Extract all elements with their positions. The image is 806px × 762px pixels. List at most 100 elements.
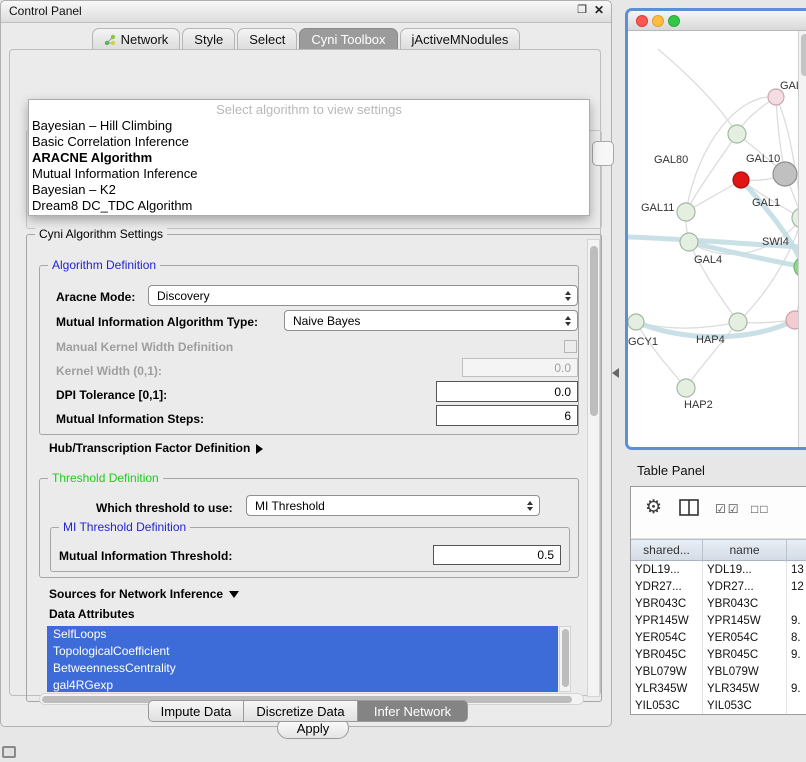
hub-section-toggle[interactable]: Hub/Transcription Factor Definition [49, 441, 263, 455]
table-cell[interactable]: YPR145W [703, 613, 787, 630]
kernel-width-field[interactable]: 0.0 [462, 358, 578, 377]
panel-collapse-arrow[interactable] [612, 368, 619, 378]
tab-style[interactable]: Style [182, 28, 235, 50]
attribute-item[interactable]: BetweennessCentrality [47, 660, 558, 677]
gear-icon[interactable]: ⚙ [645, 496, 662, 519]
network-node[interactable] [733, 172, 749, 188]
algorithm-option[interactable]: Bayesian – Hill Climbing [29, 118, 589, 134]
mac-close-button[interactable] [636, 15, 648, 27]
network-node[interactable] [677, 203, 695, 221]
attributes-scrollbar-thumb[interactable] [562, 629, 569, 687]
network-scrollbar-thumb[interactable] [801, 34, 806, 76]
column-header-name[interactable]: name [703, 540, 787, 562]
algorithm-option[interactable]: Bayesian – K2 [29, 182, 589, 198]
tab-impute-data[interactable]: Impute Data [148, 700, 244, 722]
tab-discretize-data[interactable]: Discretize Data [244, 700, 358, 722]
float-window-icon[interactable]: ❐ [575, 3, 589, 19]
table-cell[interactable]: YDL19... [703, 562, 787, 579]
table-toolbar: ⚙ ☑☑ □□ [631, 487, 806, 539]
algorithm-option[interactable]: ARACNE Algorithm [29, 150, 589, 166]
table-cell[interactable]: YBR043C [631, 596, 703, 613]
network-graph: GAL80GAL10GAL11GAL1SWI4GAL4GCY1HAP4HAP2G… [628, 31, 798, 447]
table-cell[interactable]: YER054C [703, 630, 787, 647]
dpi-tolerance-field[interactable]: 0.0 [436, 381, 578, 402]
tab-infer-network[interactable]: Infer Network [358, 700, 468, 722]
network-node[interactable] [628, 314, 644, 330]
attribute-item[interactable]: TopologicalCoefficient [47, 643, 558, 660]
table-cell[interactable]: 13 [787, 562, 806, 579]
which-threshold-combobox[interactable]: MI Threshold [246, 495, 540, 516]
network-node[interactable] [773, 162, 797, 186]
network-node[interactable] [728, 125, 746, 143]
algorithm-option[interactable]: Dream8 DC_TDC Algorithm [29, 198, 589, 214]
table-cell[interactable]: 12 [787, 579, 806, 596]
table-row: YBR043CYBR043C [631, 596, 806, 613]
column-header-shared[interactable]: shared... [631, 540, 703, 562]
mi-steps-label: Mutual Information Steps: [56, 412, 204, 426]
mi-threshold-field[interactable]: 0.5 [433, 545, 561, 565]
table-cell[interactable]: YBR043C [703, 596, 787, 613]
docked-panel-icon[interactable] [2, 746, 16, 758]
table-cell[interactable]: 9. [787, 681, 806, 698]
network-edge [686, 322, 738, 388]
table-cell[interactable] [787, 664, 806, 681]
table-cell[interactable]: YLR345W [703, 681, 787, 698]
table-cell[interactable] [787, 698, 806, 715]
tab-select[interactable]: Select [237, 28, 297, 50]
network-scrollbar[interactable] [798, 31, 806, 447]
settings-scrollbar-thumb[interactable] [590, 246, 598, 416]
attributes-scrollbar[interactable] [559, 626, 571, 692]
mi-threshold-definition-group: MI Threshold Definition Mutual Informati… [50, 527, 570, 572]
table-cell[interactable]: YBR045C [631, 647, 703, 664]
network-canvas[interactable]: GAL80GAL10GAL11GAL1SWI4GAL4GCY1HAP4HAP2G… [628, 31, 806, 447]
mac-minimize-button[interactable] [652, 15, 664, 27]
table-cell[interactable]: YDL19... [631, 562, 703, 579]
network-node[interactable] [680, 233, 698, 251]
manual-kernel-checkbox[interactable] [564, 340, 577, 353]
table-cell[interactable]: YLR345W [631, 681, 703, 698]
table-cell[interactable]: 9. [787, 647, 806, 664]
deselect-all-checkboxes-icon[interactable]: □□ [751, 502, 770, 516]
combo-arrows-icon [565, 316, 571, 326]
table-row: YER054CYER054C8. [631, 630, 806, 647]
table-cell[interactable]: YBL079W [703, 664, 787, 681]
network-window-titlebar[interactable] [628, 11, 806, 31]
algorithm-option[interactable]: Mutual Information Inference [29, 166, 589, 182]
mi-steps-field[interactable]: 6 [436, 405, 578, 426]
aracne-mode-combobox[interactable]: Discovery [148, 285, 578, 306]
column-header-extra[interactable] [787, 540, 806, 562]
sources-toggle[interactable]: Sources for Network Inference [49, 587, 239, 601]
network-node[interactable] [729, 313, 747, 331]
control-panel-window: Control Panel ❐ ✕ Network Style Select [0, 0, 612, 727]
table-cell[interactable]: YER054C [631, 630, 703, 647]
network-node[interactable] [677, 379, 695, 397]
table-cell[interactable]: YBL079W [631, 664, 703, 681]
table-cell[interactable] [787, 596, 806, 613]
select-all-checkboxes-icon[interactable]: ☑☑ [715, 502, 741, 516]
table-cell[interactable]: YDR27... [631, 579, 703, 596]
control-panel-titlebar[interactable]: Control Panel ❐ ✕ [1, 1, 611, 23]
settings-scrollbar[interactable] [587, 239, 600, 697]
table-cell[interactable]: 9. [787, 613, 806, 630]
combo-arrows-icon [527, 501, 533, 511]
table-cell[interactable]: YIL053C [631, 698, 703, 715]
table-cell[interactable]: 8. [787, 630, 806, 647]
table-cell[interactable]: YIL053C [703, 698, 787, 715]
attribute-item[interactable]: gal4RGexp [47, 677, 558, 692]
mi-type-combobox[interactable]: Naive Bayes [284, 310, 578, 331]
attribute-item[interactable]: SelfLoops [47, 626, 558, 643]
hub-section-label: Hub/Transcription Factor Definition [49, 441, 250, 455]
network-node[interactable] [786, 311, 798, 329]
columns-icon[interactable] [679, 499, 699, 521]
algorithm-option[interactable]: Basic Correlation Inference [29, 134, 589, 150]
table-cell[interactable]: YPR145W [631, 613, 703, 630]
tab-jactivemnodules[interactable]: jActiveMNodules [400, 28, 521, 50]
help-button[interactable] [592, 141, 614, 166]
tab-network[interactable]: Network [92, 28, 181, 50]
cyni-algorithm-settings-group: Cyni Algorithm Settings Algorithm Defini… [26, 234, 602, 702]
close-icon[interactable]: ✕ [592, 3, 606, 19]
tab-cyni-toolbox[interactable]: Cyni Toolbox [299, 28, 397, 50]
table-cell[interactable]: YDR27... [703, 579, 787, 596]
table-cell[interactable]: YBR045C [703, 647, 787, 664]
mac-zoom-button[interactable] [668, 15, 680, 27]
